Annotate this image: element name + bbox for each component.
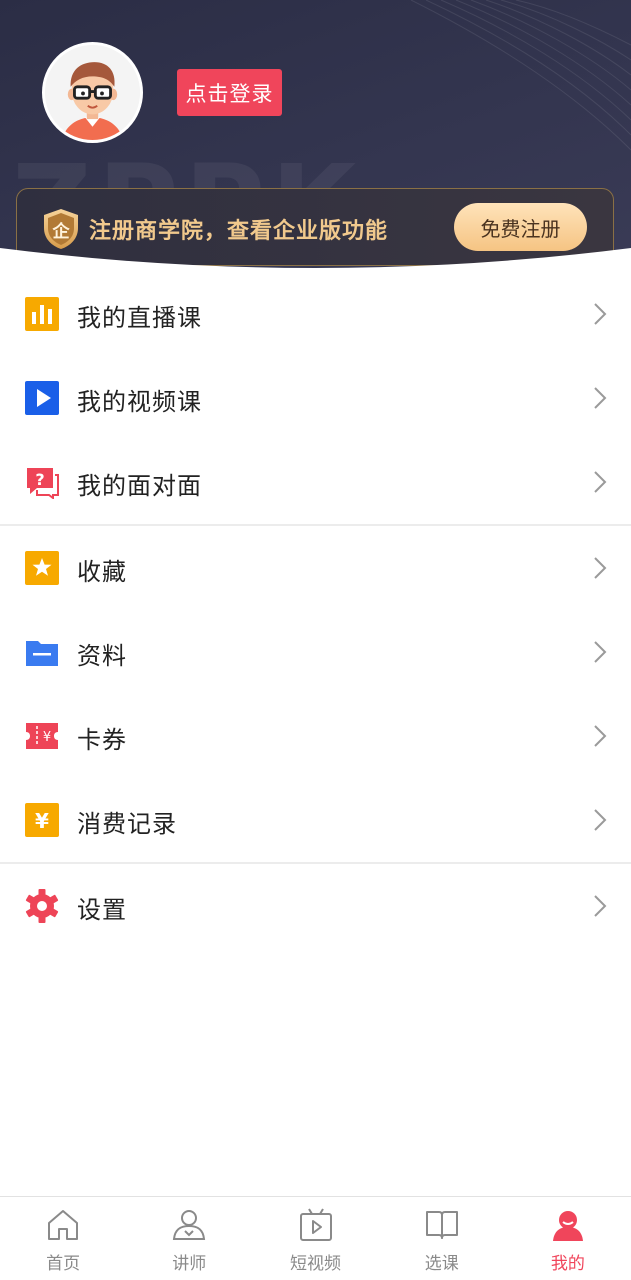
tab-label: 选课	[424, 1254, 459, 1274]
settings-gear-icon	[25, 889, 59, 923]
chevron-right-icon	[594, 809, 607, 831]
chevron-right-icon	[594, 303, 607, 325]
svg-text:?: ?	[35, 470, 44, 489]
menu-item-label: 我的直播课	[77, 304, 202, 332]
menu-item-face-to-face[interactable]: ? 我的面对面	[0, 440, 631, 524]
menu-item-materials[interactable]: 资料	[0, 610, 631, 694]
chevron-right-icon	[594, 895, 607, 917]
tab-short-video[interactable]: 短视频	[252, 1197, 378, 1280]
tab-lecturer[interactable]: 讲师	[126, 1197, 252, 1280]
video-course-icon	[25, 381, 59, 415]
yuan-icon: ¥	[25, 803, 59, 837]
menu-item-settings[interactable]: 设置	[0, 864, 631, 948]
chevron-right-icon	[594, 387, 607, 409]
course-select-icon	[424, 1207, 460, 1243]
svg-text:¥: ¥	[35, 809, 49, 833]
tab-label: 我的	[550, 1254, 585, 1274]
tab-label: 首页	[46, 1254, 81, 1274]
profile-icon	[550, 1207, 586, 1243]
bottom-tab-bar: 首页 讲师 短视频 选课 我的	[0, 1196, 631, 1280]
lecturer-icon	[171, 1207, 207, 1243]
tab-home[interactable]: 首页	[0, 1197, 126, 1280]
avatar[interactable]	[42, 42, 143, 143]
menu-item-video-course[interactable]: 我的视频课	[0, 356, 631, 440]
svg-text:¥: ¥	[43, 730, 51, 745]
menu-item-label: 消费记录	[77, 810, 177, 838]
menu-item-label: 我的视频课	[77, 388, 202, 416]
profile-header: ZPPK 点击登录	[0, 0, 631, 272]
tab-course-select[interactable]: 选课	[379, 1197, 505, 1280]
tab-label: 讲师	[172, 1254, 207, 1274]
chevron-right-icon	[594, 471, 607, 493]
tab-label: 短视频	[290, 1254, 341, 1274]
menu-item-label: 我的面对面	[77, 472, 202, 500]
menu-item-coupons[interactable]: ¥ 卡券	[0, 694, 631, 778]
login-button[interactable]: 点击登录	[177, 69, 282, 116]
profile-menu: 我的直播课 我的视频课 ? 我的面对面 收藏 资料 ¥ 卡券 ¥ 消费记录 设置	[0, 272, 631, 948]
menu-item-label: 卡券	[77, 726, 127, 754]
menu-item-label: 收藏	[77, 558, 127, 586]
coupon-icon: ¥	[25, 719, 59, 753]
avatar-illustration	[45, 45, 140, 140]
chevron-right-icon	[594, 557, 607, 579]
chevron-right-icon	[594, 641, 607, 663]
menu-item-spending-records[interactable]: ¥ 消费记录	[0, 778, 631, 862]
folder-icon	[25, 635, 59, 669]
star-icon	[25, 551, 59, 585]
face-to-face-icon: ?	[25, 465, 59, 499]
menu-item-favorites[interactable]: 收藏	[0, 526, 631, 610]
home-icon	[45, 1207, 81, 1243]
header-curve	[0, 248, 631, 276]
header-decoration	[410, 0, 631, 151]
short-video-icon	[298, 1207, 334, 1243]
live-course-icon	[25, 297, 59, 331]
menu-item-label: 资料	[77, 642, 127, 670]
menu-item-label: 设置	[77, 896, 127, 924]
menu-item-live-course[interactable]: 我的直播课	[0, 272, 631, 356]
chevron-right-icon	[594, 725, 607, 747]
tab-profile[interactable]: 我的	[505, 1197, 631, 1280]
